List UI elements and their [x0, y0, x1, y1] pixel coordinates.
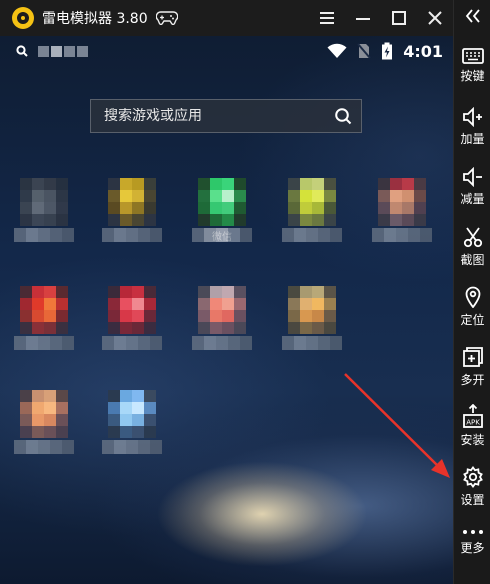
- menu-icon: [320, 12, 334, 24]
- app-icon[interactable]: [100, 178, 164, 242]
- app-icon[interactable]: [280, 178, 344, 242]
- sidebar-item-location[interactable]: 定位: [454, 286, 490, 328]
- sidebar-item-keymap[interactable]: 按键: [454, 48, 490, 84]
- volume-up-icon: [462, 107, 482, 127]
- title-bar: 雷电模拟器 3.80: [0, 0, 453, 36]
- app-icon-image: [288, 286, 336, 334]
- search-icon[interactable]: [325, 107, 361, 125]
- collapse-toolbar-button[interactable]: [454, 8, 490, 24]
- sidebar-item-label: 减量: [460, 192, 485, 206]
- sidebar-item-label: 按键: [460, 69, 485, 83]
- close-button[interactable]: [417, 0, 453, 36]
- notification-icons: [38, 45, 88, 57]
- svg-text:APK: APK: [466, 419, 480, 427]
- apk-install-icon: APK: [462, 404, 483, 428]
- app-icon-image: [20, 390, 68, 438]
- app-icon-image: [20, 178, 68, 226]
- sidebar-item-volume-down[interactable]: 减量: [454, 167, 490, 207]
- volume-down-icon: [462, 167, 482, 187]
- app-title: 雷电模拟器 3.80: [42, 11, 148, 27]
- sidebar-item-label: 加量: [460, 132, 485, 146]
- app-icon-image: [198, 286, 246, 334]
- keyboard-icon: [461, 48, 484, 64]
- minimize-icon: [356, 18, 370, 20]
- sidebar-item-settings[interactable]: 设置: [454, 466, 490, 508]
- gamepad-icon[interactable]: [155, 11, 178, 25]
- wifi-icon: [327, 43, 347, 58]
- sidebar-item-volume-up[interactable]: 加量: [454, 107, 490, 147]
- sidebar-item-label: 定位: [460, 313, 485, 327]
- app-icon[interactable]: [370, 178, 434, 242]
- app-icon-image: [108, 178, 156, 226]
- app-icon-image: [108, 390, 156, 438]
- search-input[interactable]: [104, 108, 325, 124]
- multi-instance-icon: [462, 347, 483, 367]
- app-label-blurred: [14, 440, 74, 454]
- ldplayer-logo-icon: [12, 7, 34, 29]
- sidebar-item-label: 设置: [460, 493, 485, 507]
- sidebar-item-label: 安装: [460, 433, 485, 447]
- menu-button[interactable]: [309, 0, 345, 36]
- app-icon-image: [108, 286, 156, 334]
- minimize-button[interactable]: [345, 0, 381, 36]
- app-icon[interactable]: [100, 390, 164, 454]
- app-label-blurred: [102, 336, 162, 350]
- app-icon-image: [378, 178, 426, 226]
- sidebar-item-more[interactable]: 更多: [454, 528, 490, 556]
- clock: 4:01: [403, 41, 443, 61]
- app-icon[interactable]: [100, 286, 164, 350]
- app-icon[interactable]: [280, 286, 344, 350]
- app-label-blurred: [192, 336, 252, 350]
- right-toolbar: 按键 加量 减量 截图 定位 多开 APK 安装 设置 更多: [453, 0, 490, 584]
- maximize-button[interactable]: [381, 0, 417, 36]
- close-icon: [428, 11, 442, 25]
- app-label-blurred: [14, 336, 74, 350]
- gear-icon: [462, 466, 483, 488]
- sidebar-item-screenshot[interactable]: 截图: [454, 226, 490, 268]
- battery-charging-icon: [382, 42, 393, 60]
- app-label-blurred: [372, 228, 432, 242]
- maximize-icon: [392, 11, 406, 25]
- app-icon[interactable]: 微信: [190, 178, 254, 243]
- scissors-icon: [463, 227, 482, 248]
- app-icon[interactable]: [12, 178, 76, 242]
- no-sim-icon: [357, 43, 371, 59]
- app-label-blurred: [282, 228, 342, 242]
- status-bar: 4:01: [0, 36, 453, 66]
- app-icon-image: [198, 178, 246, 226]
- sidebar-item-install-apk[interactable]: APK 安装: [454, 404, 490, 448]
- app-icon[interactable]: [190, 286, 254, 350]
- sidebar-item-label: 更多: [460, 541, 485, 555]
- app-label-blurred: [192, 228, 252, 242]
- app-icon-image: [20, 286, 68, 334]
- app-icon-image: [288, 178, 336, 226]
- search-icon[interactable]: [16, 42, 28, 61]
- app-label-blurred: [14, 228, 74, 242]
- app-label-blurred: [102, 440, 162, 454]
- sidebar-item-multi-instance[interactable]: 多开: [454, 346, 490, 388]
- double-chevron-left-icon: [465, 9, 480, 23]
- sidebar-item-label: 截图: [460, 253, 485, 267]
- app-label-blurred: [282, 336, 342, 350]
- app-label-blurred: [102, 228, 162, 242]
- android-screen: 4:01 微信: [0, 36, 453, 584]
- location-pin-icon: [465, 286, 480, 308]
- app-icon[interactable]: [12, 390, 76, 454]
- sidebar-item-label: 多开: [460, 373, 485, 387]
- more-dots-icon: [462, 530, 483, 534]
- app-icon[interactable]: [12, 286, 76, 350]
- app-search-box[interactable]: [90, 99, 362, 133]
